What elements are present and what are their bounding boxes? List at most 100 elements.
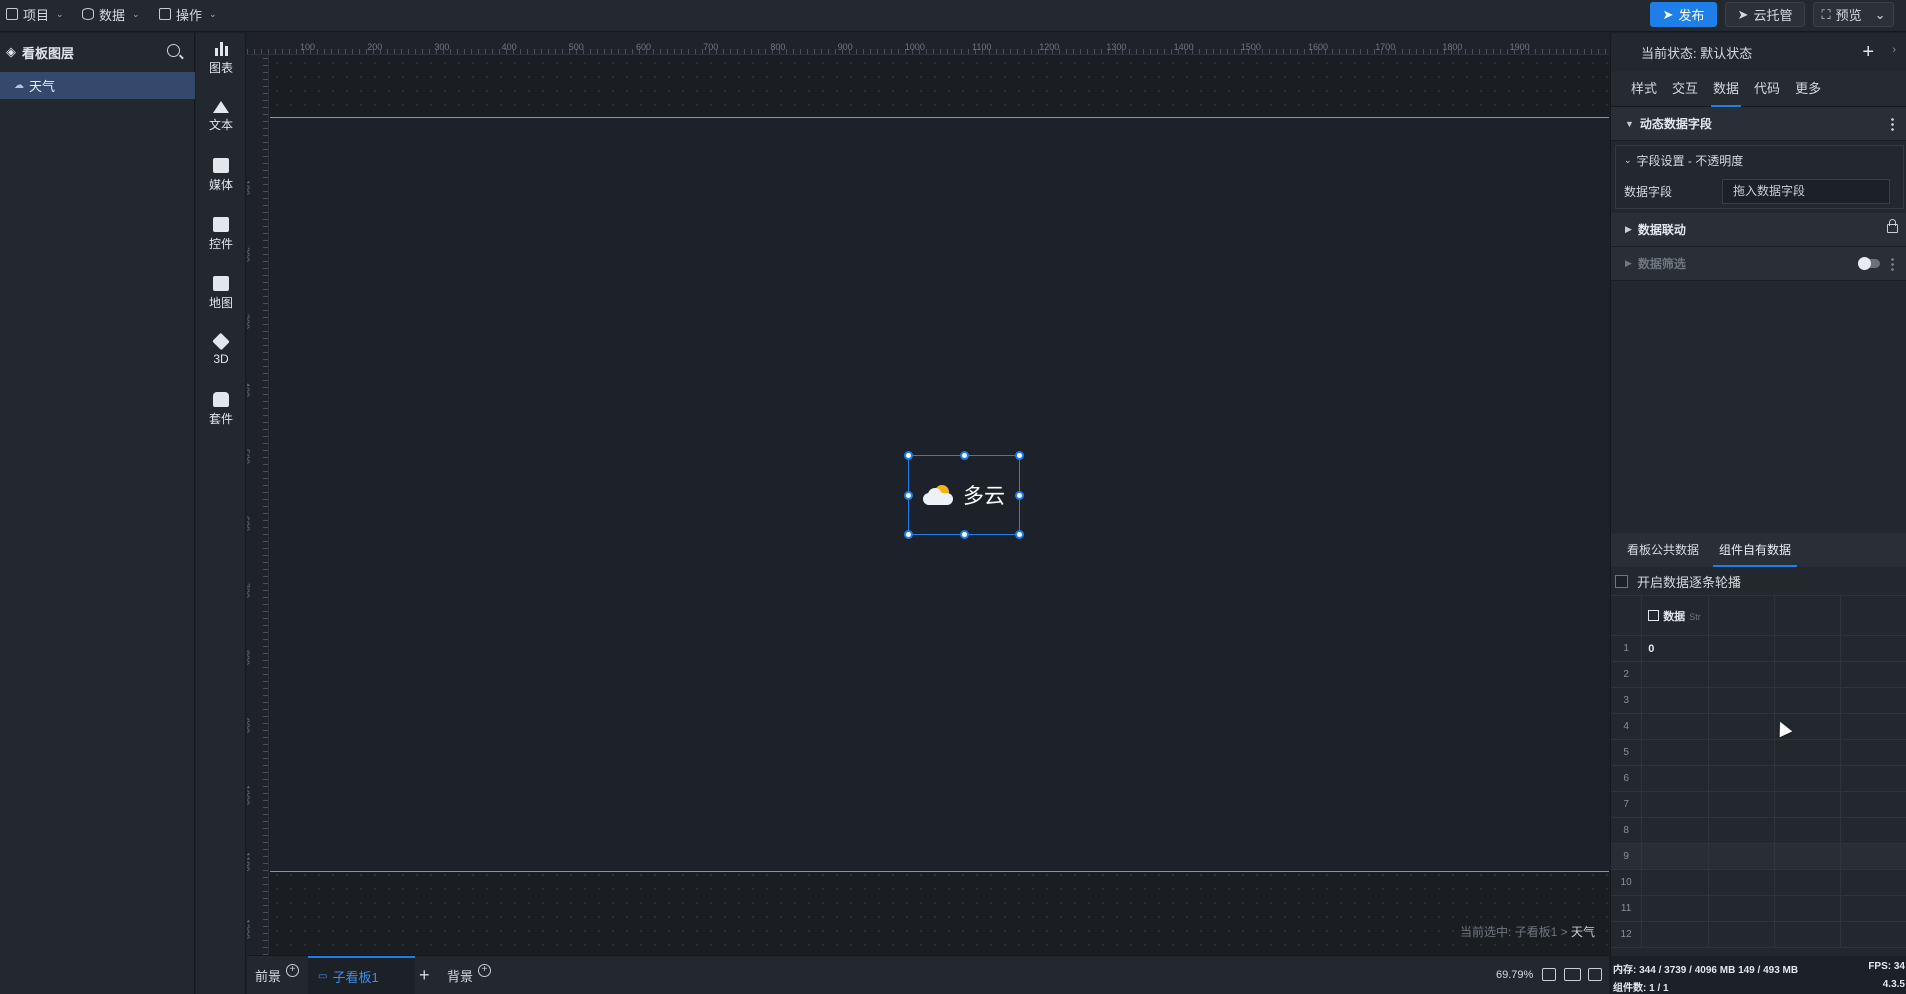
table-cell[interactable] bbox=[1641, 869, 1710, 896]
add-circle-icon[interactable]: + bbox=[478, 964, 492, 977]
table-cell[interactable] bbox=[1840, 687, 1906, 714]
resize-handle[interactable] bbox=[904, 451, 913, 460]
table-cell[interactable] bbox=[1641, 895, 1710, 922]
tab-sub-board-1[interactable]: ▭ 子看板1 bbox=[308, 956, 415, 994]
cloud-hosting-button[interactable]: ➤ 云托管 bbox=[1725, 2, 1805, 27]
table-cell[interactable] bbox=[1708, 687, 1776, 714]
add-board-button[interactable]: + bbox=[419, 956, 430, 994]
table-row[interactable]: 6 bbox=[1611, 765, 1906, 792]
table-cell[interactable] bbox=[1641, 843, 1710, 870]
tab-own-data[interactable]: 组件自有数据 bbox=[1713, 533, 1798, 567]
table-row[interactable]: 5 bbox=[1611, 739, 1906, 766]
chevron-right-icon[interactable]: › bbox=[1892, 44, 1896, 56]
component-text-button[interactable]: 文本 bbox=[196, 92, 246, 142]
canvas-area[interactable]: 100 200 300 400 500 600 700 800 900 1000 1100 1200 1… bbox=[247, 33, 1609, 955]
table-cell[interactable] bbox=[1774, 843, 1841, 870]
component-chart-button[interactable]: 图表 bbox=[196, 33, 246, 83]
table-cell[interactable] bbox=[1840, 739, 1906, 766]
lock-icon[interactable] bbox=[1887, 219, 1898, 233]
table-cell[interactable] bbox=[1774, 791, 1841, 818]
table-cell[interactable] bbox=[1774, 739, 1841, 766]
menu-operation[interactable]: 操作 ⌄ bbox=[159, 0, 217, 28]
table-cell[interactable] bbox=[1774, 635, 1841, 662]
table-cell[interactable] bbox=[1708, 635, 1776, 662]
table-row[interactable]: 4 bbox=[1611, 713, 1906, 740]
publish-button[interactable]: ➤ 发布 bbox=[1650, 2, 1717, 27]
table-cell[interactable] bbox=[1840, 817, 1906, 844]
table-cell[interactable] bbox=[1774, 661, 1841, 688]
zoom-level[interactable]: 69.79% bbox=[1496, 969, 1533, 981]
resize-handle[interactable] bbox=[1015, 451, 1024, 460]
table-cell[interactable] bbox=[1840, 791, 1906, 818]
table-cell[interactable] bbox=[1840, 713, 1906, 740]
data-field-input[interactable]: 拖入数据字段 bbox=[1722, 179, 1890, 204]
tab-code[interactable]: 代码 bbox=[1754, 71, 1780, 107]
filter-toggle[interactable] bbox=[1858, 257, 1880, 270]
tab-style[interactable]: 样式 bbox=[1631, 71, 1657, 107]
grid-column-header[interactable]: 数据 Str bbox=[1641, 595, 1710, 636]
table-cell[interactable] bbox=[1641, 661, 1710, 688]
table-cell[interactable] bbox=[1774, 869, 1841, 896]
table-cell[interactable] bbox=[1774, 817, 1841, 844]
table-cell[interactable] bbox=[1840, 661, 1906, 688]
tab-more[interactable]: 更多 bbox=[1795, 71, 1821, 107]
table-row[interactable]: 3 bbox=[1611, 687, 1906, 714]
component-media-button[interactable]: 媒体 bbox=[196, 150, 246, 200]
column-checkbox[interactable] bbox=[1648, 609, 1660, 621]
table-cell[interactable] bbox=[1708, 895, 1776, 922]
table-row[interactable]: 2 bbox=[1611, 661, 1906, 688]
resize-handle[interactable] bbox=[1015, 530, 1024, 539]
table-cell[interactable] bbox=[1641, 921, 1710, 948]
table-row[interactable]: 7 bbox=[1611, 791, 1906, 818]
component-control-button[interactable]: 控件 bbox=[196, 209, 246, 259]
tab-data[interactable]: 数据 bbox=[1711, 71, 1742, 107]
table-cell[interactable] bbox=[1840, 765, 1906, 792]
table-cell[interactable] bbox=[1708, 661, 1776, 688]
table-row[interactable]: 12 bbox=[1611, 921, 1906, 948]
menu-data[interactable]: 数据 ⌄ bbox=[82, 0, 140, 28]
table-cell[interactable] bbox=[1708, 869, 1776, 896]
table-cell[interactable] bbox=[1641, 739, 1710, 766]
table-cell[interactable] bbox=[1840, 843, 1906, 870]
carousel-checkbox[interactable] bbox=[1615, 574, 1628, 588]
section-dynamic-fields[interactable]: ▼ 动态数据字段 bbox=[1611, 107, 1906, 141]
table-cell[interactable] bbox=[1774, 921, 1841, 948]
terminal-icon[interactable] bbox=[1588, 968, 1602, 981]
tab-public-data[interactable]: 看板公共数据 bbox=[1627, 533, 1699, 567]
component-map-button[interactable]: 地图 bbox=[196, 268, 246, 318]
section-data-filter[interactable]: ▶ 数据筛选 bbox=[1611, 247, 1906, 281]
resize-handle[interactable] bbox=[960, 451, 969, 460]
weather-widget[interactable]: 多云 bbox=[904, 451, 1024, 539]
table-row[interactable]: 10 bbox=[1611, 635, 1906, 662]
more-vertical-icon[interactable] bbox=[1891, 257, 1894, 271]
menu-project[interactable]: 项目 ⌄ bbox=[6, 0, 64, 28]
table-row[interactable]: 8 bbox=[1611, 817, 1906, 844]
tab-background[interactable]: 背景 + bbox=[447, 956, 492, 994]
table-cell[interactable] bbox=[1774, 765, 1841, 792]
keyboard-icon[interactable] bbox=[1564, 968, 1581, 981]
table-cell[interactable] bbox=[1641, 791, 1710, 818]
table-cell[interactable] bbox=[1708, 921, 1776, 948]
data-grid[interactable]: 数据 Str 1 0 2 3 4 5 6 7 8 9 10 11 12 bbox=[1611, 595, 1906, 987]
table-row[interactable]: 9 bbox=[1611, 843, 1906, 870]
table-cell[interactable] bbox=[1840, 869, 1906, 896]
component-kit-button[interactable]: 套件 bbox=[196, 384, 246, 434]
field-setting-header[interactable]: ⌄ 字段设置 - 不透明度 bbox=[1616, 146, 1903, 174]
table-cell[interactable] bbox=[1641, 817, 1710, 844]
resize-handle[interactable] bbox=[904, 530, 913, 539]
table-cell[interactable] bbox=[1641, 765, 1710, 792]
resize-handle[interactable] bbox=[960, 530, 969, 539]
tab-interaction[interactable]: 交互 bbox=[1672, 71, 1698, 107]
carousel-option[interactable]: 开启数据逐条轮播 bbox=[1611, 567, 1906, 595]
table-cell[interactable] bbox=[1641, 713, 1710, 740]
resize-handle[interactable] bbox=[1015, 491, 1024, 500]
table-cell[interactable] bbox=[1708, 791, 1776, 818]
search-icon[interactable] bbox=[167, 44, 180, 57]
component-3d-button[interactable]: 3D bbox=[196, 325, 246, 375]
table-cell[interactable]: 0 bbox=[1641, 635, 1710, 662]
table-cell[interactable] bbox=[1708, 739, 1776, 766]
more-vertical-icon[interactable] bbox=[1891, 117, 1894, 131]
table-cell[interactable] bbox=[1708, 713, 1776, 740]
table-cell[interactable] bbox=[1708, 817, 1776, 844]
add-state-icon[interactable]: + bbox=[1862, 41, 1874, 64]
